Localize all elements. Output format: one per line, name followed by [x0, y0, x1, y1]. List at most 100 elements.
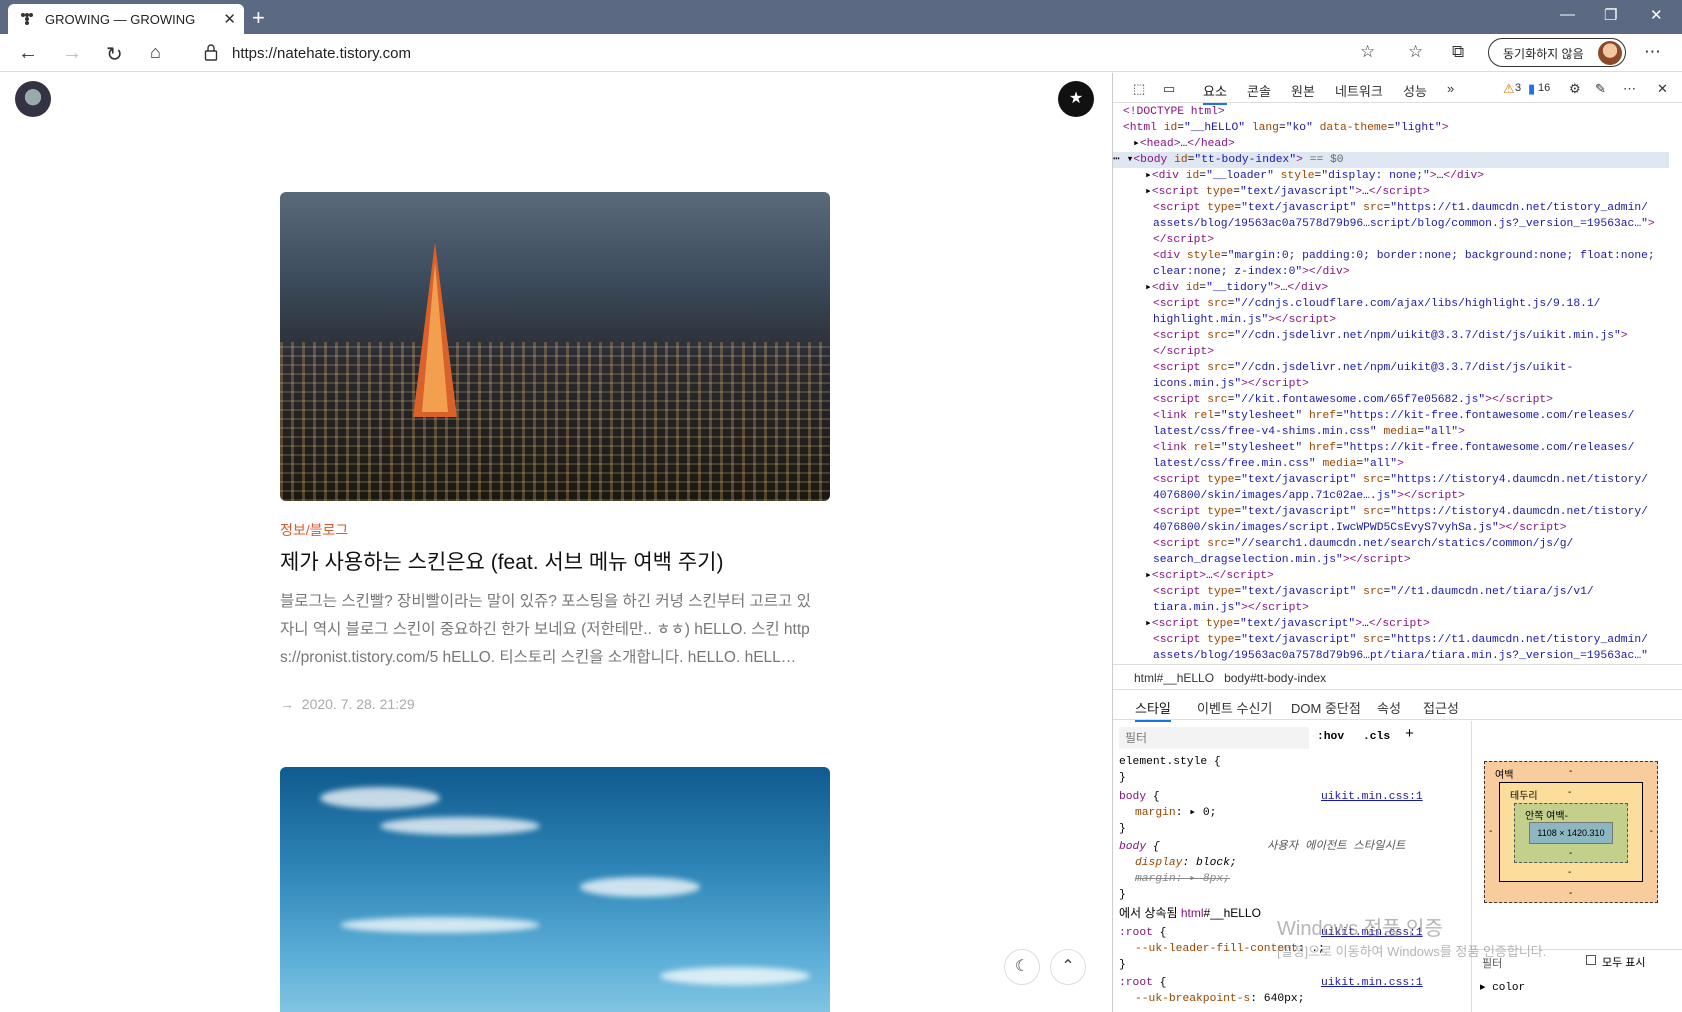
- hov-toggle[interactable]: :hov: [1317, 729, 1344, 745]
- url-text[interactable]: https://natehate.tistory.com: [232, 45, 411, 62]
- summary-line: s://pronist.tistory.com/5 hELLO. 티스토리 스킨…: [280, 649, 797, 666]
- tab-elements[interactable]: 요소: [1203, 81, 1227, 105]
- margin-right-value: -: [1649, 826, 1653, 837]
- cls-toggle[interactable]: .cls: [1363, 729, 1390, 745]
- browser-titlebar: GROWING — GROWING ✕ + — ❐ ✕: [0, 0, 1682, 34]
- favorites-icon[interactable]: ☆: [1408, 42, 1423, 62]
- tab-event-listeners[interactable]: 이벤트 수신기: [1197, 698, 1272, 717]
- post-date-text: 2020. 7. 28. 21:29: [301, 696, 415, 712]
- summary-line: 자니 역시 블로그 스킨이 중요하긴 한가 보네요 (저한테만.. ㅎㅎ) hE…: [280, 621, 810, 638]
- back-icon[interactable]: ←: [18, 42, 38, 65]
- tab-properties[interactable]: 속성: [1377, 698, 1401, 717]
- watermark-subtitle: [설정]으로 이동하여 Windows를 정품 인증합니다.: [1277, 944, 1547, 959]
- tab-performance[interactable]: 성능: [1403, 81, 1427, 100]
- forward-icon[interactable]: →: [62, 42, 82, 65]
- message-count[interactable]: 16: [1538, 82, 1550, 94]
- inspect-icon[interactable]: ⬚: [1133, 81, 1145, 97]
- post-thumbnail[interactable]: [280, 192, 830, 501]
- sync-profile-button[interactable]: 동기화하지 않음: [1488, 38, 1626, 67]
- post-title[interactable]: 제가 사용하는 스킨은요 (feat. 서브 메뉴 여백 주기): [280, 546, 723, 576]
- address-bar[interactable]: https://natehate.tistory.com: [190, 37, 1380, 69]
- content-size[interactable]: 1108 × 1420.310: [1529, 822, 1613, 844]
- close-window-icon[interactable]: ✕: [1650, 6, 1663, 24]
- browser-toolbar: ← → ↻ ⌂ https://natehate.tistory.com ☆ ☆…: [0, 34, 1682, 72]
- blog-avatar[interactable]: [15, 81, 51, 117]
- breadcrumb-html[interactable]: html#__hELLO: [1134, 671, 1214, 685]
- star-icon[interactable]: ★: [1058, 81, 1094, 117]
- tab-accessibility[interactable]: 접근성: [1423, 698, 1459, 717]
- tab-dom-breakpoints[interactable]: DOM 중단점: [1291, 698, 1361, 717]
- border-label: 테두리: [1510, 791, 1538, 802]
- post-date: → 2020. 7. 28. 21:29: [280, 696, 415, 712]
- sync-label: 동기화하지 않음: [1503, 47, 1584, 61]
- more-icon[interactable]: ⋯: [1644, 42, 1661, 62]
- cloud-shape: [320, 787, 440, 809]
- border-bottom-value: -: [1568, 867, 1572, 878]
- tab-network[interactable]: 네트워크: [1335, 81, 1383, 100]
- add-rule-icon[interactable]: +: [1405, 727, 1414, 743]
- computed-prop-name: color: [1492, 982, 1526, 994]
- dom-breadcrumb[interactable]: html#__hELLO body#tt-body-index: [1113, 664, 1682, 690]
- cloud-shape: [580, 877, 700, 897]
- breadcrumb-body[interactable]: body#tt-body-index: [1224, 671, 1326, 685]
- summary-line: 블로그는 스킨빨? 장비빨이라는 말이 있쥬? 포스팅을 하긴 커녕 스킨부터 …: [280, 593, 811, 610]
- dark-mode-icon[interactable]: ☾: [1004, 949, 1040, 985]
- dom-tree[interactable]: <!DOCTYPE html> <html id="__hELLO" lang=…: [1113, 104, 1669, 664]
- warning-icon[interactable]: ⚠: [1503, 81, 1515, 97]
- post-category[interactable]: 정보/블로그: [280, 520, 348, 540]
- post-thumbnail-2[interactable]: [280, 767, 830, 1012]
- post-summary[interactable]: 블로그는 스킨빨? 장비빨이라는 말이 있쥬? 포스팅을 하긴 커녕 스킨부터 …: [280, 588, 830, 672]
- collections-icon[interactable]: ⧉: [1452, 42, 1464, 62]
- tower-glow: [422, 262, 448, 412]
- city-lights: [280, 342, 830, 501]
- arrow-right-icon: →: [280, 696, 294, 712]
- tistory-icon: [21, 13, 33, 25]
- home-icon[interactable]: ⌂: [150, 42, 161, 63]
- devtools-panel: ⬚ ▭ 요소 콘솔 원본 네트워크 성능 » ⚠ 3 ▮ 16 ⚙ ✎ ⋯ ✕ …: [1112, 73, 1682, 1012]
- devtools-tabbar: ⬚ ▭ 요소 콘솔 원본 네트워크 성능 » ⚠ 3 ▮ 16 ⚙ ✎ ⋯ ✕: [1113, 73, 1682, 105]
- lock-icon: [204, 44, 218, 61]
- message-icon[interactable]: ▮: [1528, 81, 1535, 97]
- tab-title: GROWING — GROWING: [45, 12, 196, 27]
- scroll-top-icon[interactable]: ⌃: [1050, 949, 1086, 985]
- favorite-star-icon[interactable]: ☆: [1360, 42, 1375, 62]
- cloud-shape: [380, 817, 540, 835]
- margin-bottom-value: -: [1569, 888, 1573, 899]
- more-tabs-icon[interactable]: »: [1447, 81, 1454, 96]
- windows-activation-watermark: Windows 정품 인증 [설정]으로 이동하여 Windows를 정품 인증…: [1277, 912, 1546, 960]
- cloud-shape: [340, 917, 540, 933]
- close-tab-icon[interactable]: ✕: [223, 10, 236, 28]
- styles-filter-input[interactable]: 필터: [1119, 727, 1309, 749]
- settings-gear-icon[interactable]: ⚙: [1569, 81, 1581, 97]
- tab-console[interactable]: 콘솔: [1247, 81, 1271, 100]
- padding-box[interactable]: 안쪽 여백- - 1108 × 1420.310: [1514, 803, 1628, 863]
- tab-sources[interactable]: 원본: [1291, 81, 1315, 100]
- tab-styles[interactable]: 스타일: [1135, 698, 1171, 722]
- styles-tabbar: 스타일 이벤트 수신기 DOM 중단점 속성 접근성: [1113, 690, 1682, 722]
- border-top-value: -: [1568, 787, 1572, 798]
- maximize-icon[interactable]: ❐: [1604, 6, 1617, 24]
- profile-avatar: [1598, 41, 1622, 65]
- padding-bottom-value: -: [1569, 848, 1573, 859]
- browser-tab[interactable]: GROWING — GROWING ✕: [8, 4, 244, 34]
- computed-color-prop[interactable]: ▸ color: [1480, 980, 1525, 994]
- show-all-checkbox[interactable]: [1586, 955, 1596, 965]
- page-content: ★ 정보/블로그 제가 사용하는 스킨은요 (feat. 서브 메뉴 여백 주기…: [0, 73, 1110, 1012]
- border-box[interactable]: 테두리 - - 안쪽 여백- - 1108 × 1420.310: [1499, 782, 1643, 882]
- cloud-shape: [660, 967, 810, 985]
- margin-box[interactable]: 여백 - - - - 테두리 - - 안쪽 여백- - 1108 × 1420.…: [1484, 761, 1658, 903]
- devtools-menu-icon[interactable]: ⋯: [1623, 81, 1636, 97]
- new-tab-icon[interactable]: +: [252, 5, 265, 31]
- device-toggle-icon[interactable]: ▭: [1163, 81, 1175, 97]
- margin-label: 여백: [1495, 770, 1514, 781]
- feedback-icon[interactable]: ✎: [1595, 81, 1606, 97]
- watermark-title: Windows 정품 인증: [1277, 918, 1443, 940]
- refresh-icon[interactable]: ↻: [106, 42, 123, 67]
- padding-label: 안쪽 여백-: [1525, 811, 1568, 822]
- box-model-pane: 여백 - - - - 테두리 - - 안쪽 여백- - 1108 × 1420.…: [1471, 721, 1682, 1012]
- close-devtools-icon[interactable]: ✕: [1657, 81, 1668, 97]
- minimize-icon[interactable]: —: [1560, 6, 1575, 23]
- warning-count[interactable]: 3: [1515, 82, 1521, 94]
- show-all-label[interactable]: 모두 표시: [1602, 954, 1646, 970]
- styles-pane: 필터 :hov .cls + element.style { } body { …: [1119, 726, 1423, 1005]
